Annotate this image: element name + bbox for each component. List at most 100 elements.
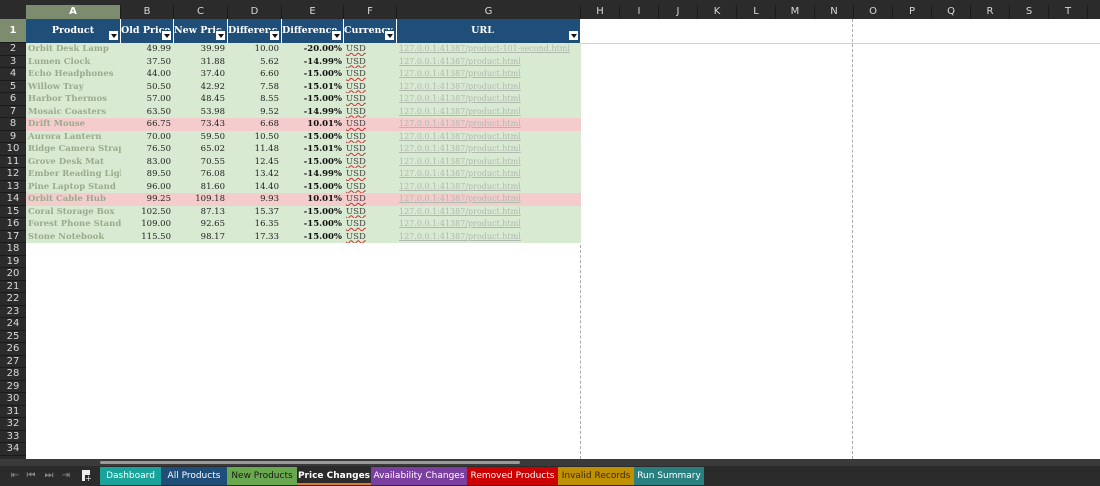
cell-diff[interactable]: 12.45 [228,156,282,169]
horizontal-scrollbar[interactable] [0,459,1100,466]
cell-diff[interactable]: 14.40 [228,181,282,194]
row-header[interactable]: 23 [0,306,26,318]
cell-old[interactable]: 49.99 [121,43,174,56]
row-header[interactable]: 19 [0,256,26,268]
sheet-tab-all-products[interactable]: All Products [161,467,227,485]
cell-diff[interactable]: 5.62 [228,56,282,69]
filter-dropdown-icon[interactable] [269,30,280,41]
cell-old[interactable]: 66.75 [121,118,174,131]
cell-cur[interactable]: USD [344,118,397,131]
cell-new[interactable]: 87.13 [174,206,228,219]
select-all-corner[interactable] [0,5,27,19]
column-header-a[interactable]: A [26,5,121,19]
cell-url[interactable]: 127.0.0.1:41387/product.html [397,143,581,156]
header-cell-product[interactable]: Product [26,19,121,43]
filter-dropdown-icon[interactable] [568,30,579,41]
row-header[interactable]: 24 [0,318,26,331]
row-header[interactable]: 29 [0,381,26,393]
prev-sheet-icon[interactable]: ⏮ [24,469,38,483]
row-header[interactable]: 25 [0,331,26,343]
cell-cur[interactable]: USD [344,43,397,56]
sheet-tab-price-changes[interactable]: Price Changes [297,467,371,485]
cell-old[interactable]: 63.50 [121,106,174,119]
cell-url[interactable]: 127.0.0.1:41387/product.html [397,206,581,219]
cell-url[interactable]: 127.0.0.1:41387/product-101-second.html [397,43,581,56]
filter-dropdown-icon[interactable] [384,30,395,41]
row-header[interactable]: 21 [0,281,26,293]
column-header-g[interactable]: G [397,5,581,19]
sheet-tab-invalid-records[interactable]: Invalid Records [558,467,634,485]
cell-cur[interactable]: USD [344,106,397,119]
scrollbar-thumb[interactable] [100,461,520,464]
cell-product[interactable]: Grove Desk Mat [26,156,121,169]
row-header[interactable]: 13 [0,181,26,193]
cell-old[interactable]: 76.50 [121,143,174,156]
cell-product[interactable]: Pine Laptop Stand [26,181,121,194]
row-header[interactable]: 30 [0,393,26,406]
cell-pct[interactable]: 10.01% [282,118,344,131]
row-header[interactable]: 18 [0,243,26,256]
cell-cur[interactable]: USD [344,206,397,219]
cell-url[interactable]: 127.0.0.1:41387/product.html [397,68,581,81]
cell-diff[interactable]: 6.60 [228,68,282,81]
cell-old[interactable]: 37.50 [121,56,174,69]
cell-old[interactable]: 83.00 [121,156,174,169]
cell-pct[interactable]: -15.00% [282,218,344,231]
cell-new[interactable]: 73.43 [174,118,228,131]
header-cell-new-pric[interactable]: New Pric [174,19,228,43]
cell-pct[interactable]: -15.01% [282,143,344,156]
cell-product[interactable]: Ridge Camera Strap [26,143,121,156]
cell-diff[interactable]: 16.35 [228,218,282,231]
sheet-tab-removed-products[interactable]: Removed Products [467,467,558,485]
row-header[interactable]: 27 [0,356,26,368]
cell-new[interactable]: 109.18 [174,193,228,206]
header-cell-currency[interactable]: Currency [344,19,397,43]
cell-old[interactable]: 96.00 [121,181,174,194]
row-header[interactable]: 2 [0,43,26,56]
cell-diff[interactable]: 15.37 [228,206,282,219]
cell-pct[interactable]: -15.01% [282,81,344,94]
row-header[interactable]: 32 [0,418,26,431]
row-header[interactable]: 11 [0,156,26,168]
header-cell-url[interactable]: URL [397,19,581,43]
cell-product[interactable]: Lumen Clock [26,56,121,69]
cell-url[interactable]: 127.0.0.1:41387/product.html [397,118,581,131]
cell-new[interactable]: 81.60 [174,181,228,194]
cell-product[interactable]: Coral Storage Box [26,206,121,219]
cell-url[interactable]: 127.0.0.1:41387/product.html [397,156,581,169]
cell-product[interactable]: Drift Mouse [26,118,121,131]
row-header[interactable]: 33 [0,431,26,443]
cell-cur[interactable]: USD [344,181,397,194]
row-header[interactable]: 10 [0,143,26,156]
cell-new[interactable]: 53.98 [174,106,228,119]
cell-url[interactable]: 127.0.0.1:41387/product.html [397,181,581,194]
filter-dropdown-icon[interactable] [331,30,342,41]
cell-new[interactable]: 98.17 [174,231,228,244]
cell-grid[interactable]: Product Old Price New Pric Differenc Differe… [26,19,1100,459]
cell-pct[interactable]: -14.99% [282,56,344,69]
row-header[interactable]: 26 [0,343,26,356]
cell-pct[interactable]: -14.99% [282,168,344,181]
cell-pct[interactable]: -14.99% [282,106,344,119]
cell-cur[interactable]: USD [344,68,397,81]
cell-url[interactable]: 127.0.0.1:41387/product.html [397,56,581,69]
cell-new[interactable]: 70.55 [174,156,228,169]
column-header-p[interactable]: P [893,5,932,19]
row-header[interactable]: 3 [0,56,26,68]
sheet-tab-dashboard[interactable]: Dashboard [100,467,161,485]
row-header[interactable]: 34 [0,443,26,456]
row-header[interactable]: 14 [0,193,26,206]
cell-diff[interactable]: 10.50 [228,131,282,144]
row-header[interactable]: 9 [0,131,26,143]
cell-pct[interactable]: 10.01% [282,193,344,206]
cell-cur[interactable]: USD [344,81,397,94]
cell-old[interactable]: 89.50 [121,168,174,181]
cell-cur[interactable]: USD [344,168,397,181]
cell-new[interactable]: 92.65 [174,218,228,231]
cell-old[interactable]: 57.00 [121,93,174,106]
cell-url[interactable]: 127.0.0.1:41387/product.html [397,231,581,244]
cell-diff[interactable]: 10.00 [228,43,282,56]
cell-product[interactable]: Aurora Lantern [26,131,121,144]
cell-old[interactable]: 70.00 [121,131,174,144]
column-header-r[interactable]: R [971,5,1010,19]
